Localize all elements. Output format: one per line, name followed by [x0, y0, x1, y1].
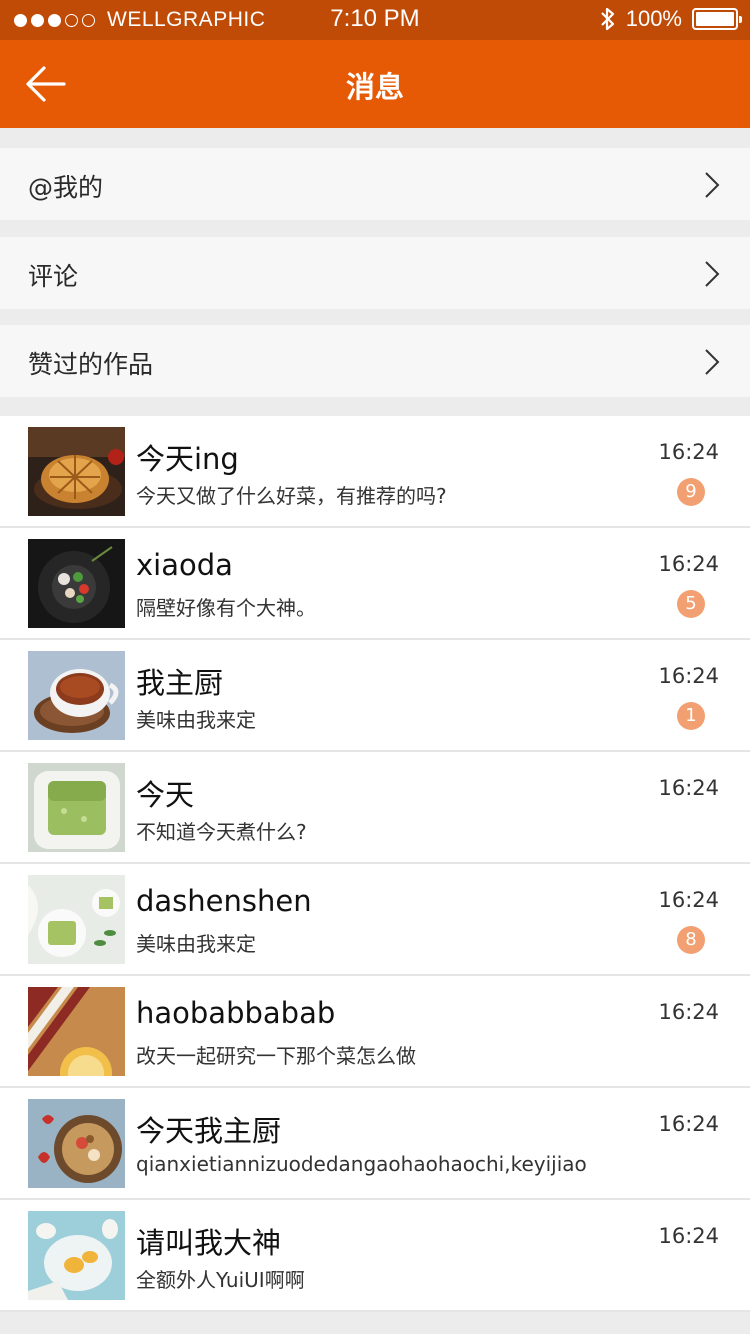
message-row[interactable]: 今天 不知道今天煮什么? 16:24: [0, 752, 750, 864]
chevron-right-icon: [705, 349, 720, 375]
message-row[interactable]: 今天ing 今天又做了什么好菜，有推荐的吗? 16:24 9: [0, 416, 750, 528]
message-preview: qianxietiannizuodedangaohaohaochi,keyiji…: [136, 1152, 587, 1176]
message-row[interactable]: 我主厨 美味由我来定 16:24 1: [0, 640, 750, 752]
sender-name: haobabbabab: [136, 996, 336, 1030]
message-list: 今天ing 今天又做了什么好菜，有推荐的吗? 16:24 9 xiaoda 隔壁…: [0, 416, 750, 1312]
battery-icon: [692, 8, 742, 30]
message-time: 16:24: [658, 776, 719, 800]
message-row[interactable]: haobabbabab 改天一起研究一下那个菜怎么做 16:24: [0, 976, 750, 1088]
message-time: 16:24: [658, 1000, 719, 1024]
chevron-right-icon: [705, 172, 720, 198]
menu-item-comments[interactable]: 评论: [0, 237, 750, 309]
nav-bar: 消息: [0, 40, 750, 128]
avatar: [28, 763, 125, 852]
unread-badge: 1: [677, 702, 705, 730]
chevron-right-icon: [705, 261, 720, 287]
menu-item-label: 评论: [28, 262, 79, 291]
bluetooth-icon: [600, 7, 614, 31]
message-preview: 不知道今天煮什么?: [136, 820, 307, 844]
message-preview: 全额外人YuiUI啊啊: [136, 1268, 305, 1292]
sender-name: xiaoda: [136, 548, 233, 582]
message-preview: 美味由我来定: [136, 708, 256, 732]
battery-percent: 100%: [625, 6, 682, 31]
sender-name: 请叫我大神: [136, 1226, 282, 1260]
page-title: 消息: [345, 70, 404, 104]
unread-badge: 9: [677, 478, 705, 506]
avatar: [28, 539, 125, 628]
message-row[interactable]: dashenshen 美味由我来定 16:24 8: [0, 864, 750, 976]
status-bar: WELLGRAPHIC 7:10 PM 100%: [0, 0, 750, 40]
menu-item-mentions[interactable]: @我的: [0, 148, 750, 220]
message-time: 16:24: [658, 1224, 719, 1248]
avatar: [28, 651, 125, 740]
sender-name: dashenshen: [136, 884, 312, 918]
avatar: [28, 1211, 125, 1300]
avatar: [28, 987, 125, 1076]
message-row[interactable]: 今天我主厨 qianxietiannizuodedangaohaohaochi,…: [0, 1088, 750, 1200]
message-row[interactable]: xiaoda 隔壁好像有个大神。 16:24 5: [0, 528, 750, 640]
avatar: [28, 427, 125, 516]
sender-name: 今天ing: [136, 442, 239, 476]
menu-item-liked-works[interactable]: 赞过的作品: [0, 325, 750, 397]
message-time: 16:24: [658, 552, 719, 576]
message-time: 16:24: [658, 1112, 719, 1136]
message-preview: 隔壁好像有个大神。: [136, 596, 316, 620]
avatar: [28, 1099, 125, 1188]
message-preview: 改天一起研究一下那个菜怎么做: [136, 1044, 416, 1068]
message-time: 16:24: [658, 888, 719, 912]
message-preview: 今天又做了什么好菜，有推荐的吗?: [136, 484, 447, 508]
unread-badge: 5: [677, 590, 705, 618]
message-time: 16:24: [658, 664, 719, 688]
sender-name: 今天: [136, 778, 195, 812]
message-row[interactable]: 请叫我大神 全额外人YuiUI啊啊 16:24: [0, 1200, 750, 1312]
sender-name: 今天我主厨: [136, 1114, 282, 1148]
message-preview: 美味由我来定: [136, 932, 256, 956]
menu-item-label: @我的: [28, 173, 104, 202]
message-time: 16:24: [658, 440, 719, 464]
sender-name: 我主厨: [136, 666, 224, 700]
menu-item-label: 赞过的作品: [28, 350, 154, 379]
unread-badge: 8: [677, 926, 705, 954]
avatar: [28, 875, 125, 964]
